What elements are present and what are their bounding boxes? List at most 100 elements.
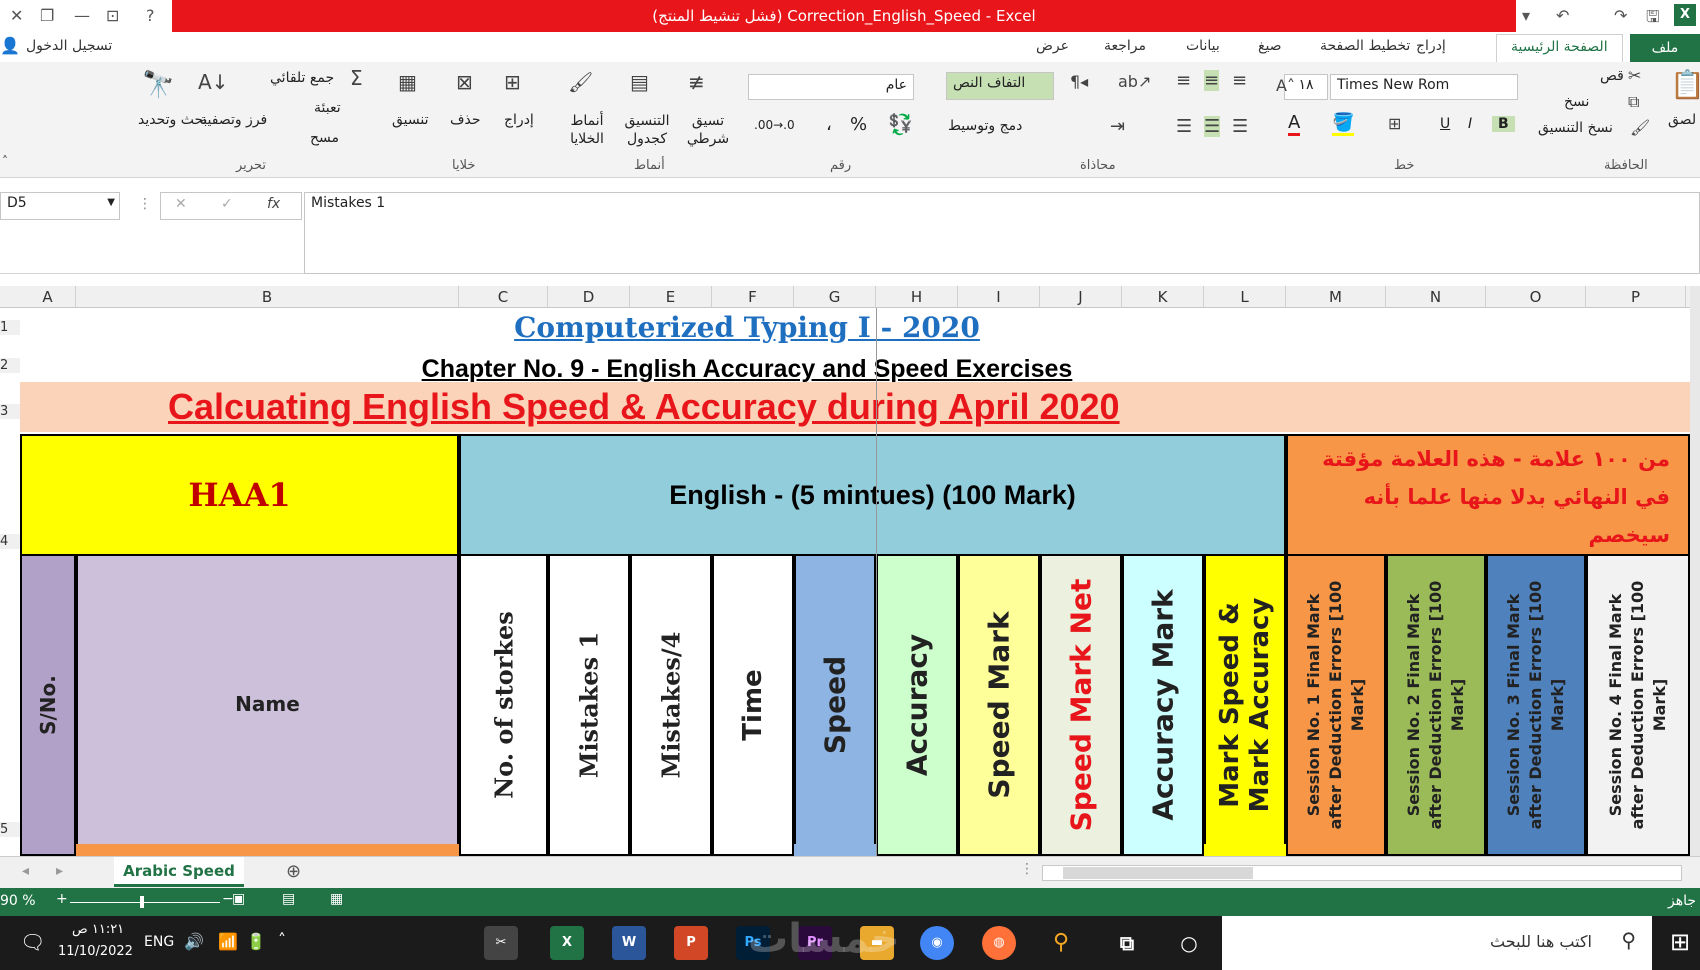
clock-date[interactable]: 11/10/2022: [58, 944, 133, 959]
tab-page-layout[interactable]: تخطيط الصفحة: [1320, 38, 1410, 54]
column-header[interactable]: G: [794, 286, 876, 308]
cut-button[interactable]: قص: [1600, 68, 1624, 84]
column-header[interactable]: F: [712, 286, 794, 308]
taskbar-search-box[interactable]: اكتب هنا للبحث ⚲: [1222, 916, 1652, 970]
fill-button[interactable]: تعبئة: [314, 100, 341, 116]
align-center-icon[interactable]: ☰: [1204, 116, 1221, 137]
autosum-button[interactable]: جمع تلقائي: [270, 70, 334, 86]
comma-style-button[interactable]: ،: [826, 114, 832, 135]
column-header[interactable]: O: [1486, 286, 1586, 308]
cell-styles-button[interactable]: أنماط الخلايا: [560, 112, 614, 148]
language-indicator[interactable]: ENG: [144, 934, 174, 950]
show-hidden-icons-icon[interactable]: ˄: [278, 930, 286, 949]
zoom-slider-thumb[interactable]: [140, 896, 144, 908]
wrap-text-button[interactable]: التفاف النص: [946, 72, 1054, 100]
find-select-button[interactable]: بحث وتحديد: [138, 112, 207, 128]
column-header[interactable]: N: [1386, 286, 1486, 308]
insert-function-icon[interactable]: fx: [267, 196, 280, 212]
copy-button[interactable]: نسخ: [1564, 94, 1589, 110]
search-app-icon[interactable]: ⚲: [1044, 926, 1078, 960]
name-box[interactable]: D5 ▼: [0, 192, 120, 220]
zoom-slider[interactable]: [70, 902, 220, 903]
column-header[interactable]: K: [1122, 286, 1204, 308]
align-bottom-icon[interactable]: ≡: [1232, 70, 1247, 91]
restore-window-icon[interactable]: ❐: [40, 6, 54, 25]
percent-button[interactable]: %: [850, 114, 867, 135]
ribbon-display-icon[interactable]: ⊡: [106, 6, 119, 25]
format-painter-button[interactable]: نسخ التنسيق: [1538, 120, 1613, 136]
clock-time[interactable]: ١١:٢١ ص: [72, 922, 124, 937]
cancel-entry-icon[interactable]: ✕: [175, 196, 187, 212]
firefox-taskbar-icon[interactable]: ◍: [982, 926, 1016, 960]
tab-home[interactable]: الصفحة الرئيسية: [1496, 34, 1623, 62]
wifi-icon[interactable]: 📶: [218, 932, 238, 951]
indent-icon[interactable]: ⇥: [1110, 116, 1125, 137]
collapse-ribbon-icon[interactable]: ˄: [2, 154, 8, 168]
align-middle-icon[interactable]: ≡: [1204, 70, 1220, 91]
format-cells-button[interactable]: تنسيق: [392, 112, 429, 128]
column-header[interactable]: I: [958, 286, 1040, 308]
fill-color-icon[interactable]: 🪣: [1332, 112, 1355, 136]
column-header[interactable]: C: [459, 286, 548, 308]
underline-button[interactable]: U: [1440, 116, 1450, 132]
column-header[interactable]: P: [1586, 286, 1686, 308]
delete-cells-button[interactable]: حذف: [450, 112, 481, 128]
sign-in-link[interactable]: تسجيل الدخول: [26, 38, 112, 54]
text-direction-icon[interactable]: ¶◂: [1070, 72, 1088, 91]
decimal-decrease-button[interactable]: .00→.0: [754, 118, 795, 132]
conditional-format-button[interactable]: تسيق شرطي: [680, 112, 736, 148]
column-header[interactable]: H: [876, 286, 958, 308]
scroll-tabs-left-icon[interactable]: ◂: [22, 863, 29, 879]
customize-qat-icon[interactable]: ▾: [1522, 6, 1530, 25]
snip-tool-icon[interactable]: ✂: [484, 926, 518, 960]
column-header[interactable]: M: [1286, 286, 1386, 308]
insert-cells-button[interactable]: إدراج: [504, 112, 534, 128]
new-sheet-icon[interactable]: ⊕: [286, 861, 301, 882]
column-header[interactable]: J: [1040, 286, 1122, 308]
notifications-icon[interactable]: 🗨: [20, 930, 45, 954]
column-header[interactable]: A: [20, 286, 76, 308]
redo-icon[interactable]: ↷: [1614, 6, 1627, 25]
tab-file[interactable]: ملف: [1630, 34, 1700, 62]
row-header[interactable]: 5: [0, 822, 20, 837]
italic-button[interactable]: I: [1468, 116, 1472, 132]
normal-view-icon[interactable]: ▦: [330, 891, 343, 907]
grow-font-icon[interactable]: A˄: [1276, 76, 1295, 95]
format-as-table-button[interactable]: التنسيق كجدول: [616, 112, 678, 148]
help-icon[interactable]: ?: [146, 6, 155, 25]
row-header[interactable]: 2: [0, 358, 20, 373]
cortana-icon[interactable]: ○: [1172, 926, 1206, 960]
row-header[interactable]: 3: [0, 404, 20, 419]
windows-start-icon[interactable]: ⊞: [1670, 928, 1690, 956]
currency-icon[interactable]: 💱: [888, 112, 913, 136]
excel-taskbar-icon[interactable]: X: [550, 926, 584, 960]
paste-button[interactable]: لصق: [1668, 112, 1696, 128]
page-layout-view-icon[interactable]: ▤: [282, 891, 295, 907]
vertical-scrollbar[interactable]: [1690, 286, 1700, 856]
scrollbar-thumb[interactable]: [1063, 867, 1253, 879]
font-color-icon[interactable]: A: [1288, 112, 1301, 136]
merge-center-button[interactable]: دمج وتوسيط: [948, 118, 1022, 134]
align-top-icon[interactable]: ≡: [1176, 70, 1191, 91]
page-break-view-icon[interactable]: ▣: [232, 891, 245, 907]
tab-insert[interactable]: إدراج: [1416, 38, 1446, 54]
tab-data[interactable]: بيانات: [1186, 38, 1220, 54]
orientation-icon[interactable]: ab↗: [1118, 72, 1151, 91]
word-taskbar-icon[interactable]: W: [612, 926, 646, 960]
save-icon[interactable]: 🖫: [1646, 6, 1660, 33]
formula-input[interactable]: Mistakes 1: [304, 192, 1700, 274]
tab-view[interactable]: عرض: [1036, 38, 1069, 54]
close-window-icon[interactable]: ✕: [10, 6, 23, 25]
font-name-select[interactable]: Times New Rom: [1330, 74, 1518, 100]
zoom-in-icon[interactable]: +: [56, 891, 68, 907]
align-left-icon[interactable]: ☰: [1176, 116, 1192, 137]
bold-button[interactable]: B: [1492, 116, 1515, 132]
minimize-window-icon[interactable]: —: [74, 6, 90, 25]
column-header[interactable]: D: [548, 286, 630, 308]
sort-filter-button[interactable]: فرز وتصفية: [200, 112, 267, 128]
zoom-level[interactable]: 90 %: [0, 893, 36, 909]
confirm-entry-icon[interactable]: ✓: [221, 196, 233, 212]
undo-icon[interactable]: ↶: [1556, 6, 1569, 25]
task-view-icon[interactable]: ⧉: [1110, 926, 1144, 960]
volume-icon[interactable]: 🔊: [184, 932, 204, 951]
